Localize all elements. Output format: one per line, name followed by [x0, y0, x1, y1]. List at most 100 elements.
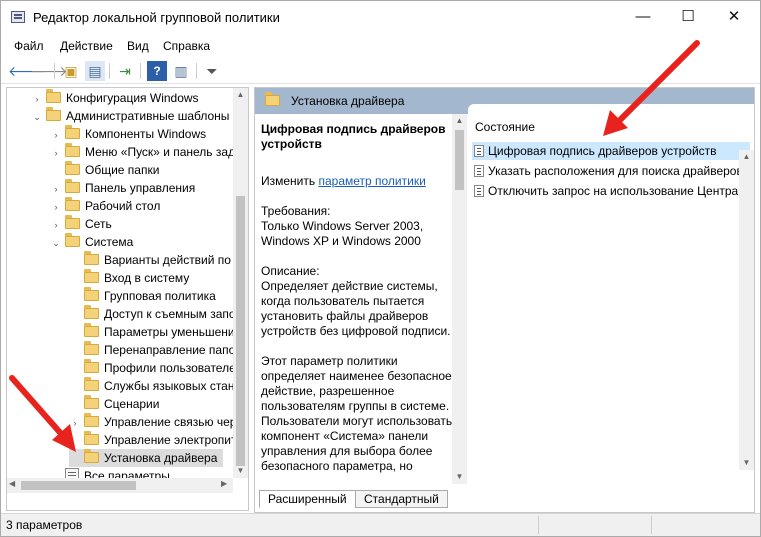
tree-item[interactable]: › Управление связью через [69, 413, 248, 431]
collapse-arrow-icon[interactable]: ⌄ [50, 234, 62, 252]
expand-arrow-icon[interactable]: › [50, 216, 62, 234]
tree-item[interactable]: Параметры уменьшения [69, 323, 241, 341]
tree-item[interactable]: Установка драйвера [69, 449, 224, 467]
help-icon[interactable]: ? [147, 61, 167, 81]
description-scrollbar[interactable]: ▲ ▼ [452, 114, 467, 484]
navigation-tree: › Конфигурация Windows ⌄ Административные ш… [6, 87, 249, 511]
back-icon[interactable]: 🡐 [8, 61, 46, 81]
status-separator [651, 516, 652, 534]
title-bar[interactable]: Редактор локальной групповой политики — … [1, 1, 760, 33]
tree-item[interactable]: › Конфигурация Windows [31, 89, 199, 107]
tree-item[interactable]: ⌄ Система [50, 233, 133, 251]
toolbar-separator [140, 63, 141, 79]
scroll-up-arrow-icon[interactable]: ▲ [233, 90, 248, 99]
tree-item[interactable]: Перенаправление папок [69, 341, 241, 359]
details-pane: Установка драйвера Цифровая подпись драй… [254, 87, 755, 513]
properties-icon[interactable]: ▥ [171, 61, 191, 81]
tree-item[interactable]: › Панель управления [50, 179, 195, 197]
tree-item-label: Конфигурация Windows [66, 91, 199, 105]
tree-horizontal-scrollbar[interactable]: ◀ ▶ [7, 478, 233, 493]
expand-arrow-icon[interactable]: › [31, 90, 43, 108]
export-list-icon[interactable]: ⇥ [115, 61, 135, 81]
tree-item-label: Вход в систему [104, 271, 190, 285]
edit-policy-link[interactable]: параметр политики [318, 174, 425, 188]
menu-help[interactable]: Справка [163, 39, 210, 53]
scroll-left-arrow-icon[interactable]: ◀ [9, 479, 15, 488]
tree-item-label: Рабочий стол [85, 199, 161, 213]
policy-list-item-label: Цифровая подпись драйверов устройств [488, 144, 717, 158]
toolbar-separator [196, 63, 197, 79]
list-vertical-scrollbar[interactable]: ▲ ▼ [739, 150, 754, 470]
folder-icon [65, 197, 80, 211]
menu-view[interactable]: Вид [127, 39, 149, 53]
tree-hscroll-thumb[interactable] [21, 481, 136, 490]
tree-item[interactable]: › Сеть [50, 215, 112, 233]
close-button[interactable]: ✕ [711, 1, 757, 33]
scroll-right-arrow-icon[interactable]: ▶ [221, 479, 227, 488]
up-folder-icon[interactable]: ▣ [61, 61, 81, 81]
tree-item[interactable]: › Компоненты Windows [50, 125, 206, 143]
tree-item[interactable]: Сценарии [69, 395, 159, 413]
column-header-state[interactable]: Состояние [475, 120, 535, 134]
tree-item-label: Установка драйвера [104, 451, 218, 465]
tree-item[interactable]: Управление электропитанием [69, 431, 248, 449]
folder-icon [65, 161, 80, 175]
menu-file[interactable]: Файл [14, 39, 44, 53]
folder-icon [65, 143, 80, 157]
description-scroll-thumb[interactable] [455, 130, 464, 190]
expand-arrow-icon[interactable]: › [50, 126, 62, 144]
expand-arrow-icon[interactable]: › [50, 180, 62, 198]
policy-list-item-label: Отключить запрос на использование Центра… [488, 184, 754, 198]
folder-icon [65, 215, 80, 229]
tree-item[interactable]: › Меню «Пуск» и панель задач [50, 143, 248, 161]
policy-setting-icon [474, 145, 484, 157]
tree-item[interactable]: Общие папки [50, 161, 159, 179]
folder-icon [84, 431, 99, 445]
tree-item[interactable]: Службы языковых стандартов [69, 377, 248, 395]
minimize-button[interactable]: — [620, 1, 666, 33]
policy-list-item-label: Указать расположения для поиска драйверо… [488, 164, 743, 178]
policy-list-item[interactable]: Отключить запрос на использование Центра… [472, 182, 754, 200]
folder-icon [84, 395, 99, 409]
scroll-down-arrow-icon[interactable]: ▼ [452, 472, 467, 481]
policy-setting-icon [474, 185, 484, 197]
tree-item[interactable]: Профили пользователей [69, 359, 242, 377]
show-hide-tree-icon[interactable]: ▤ [85, 61, 105, 81]
scroll-down-arrow-icon[interactable]: ▼ [739, 458, 754, 467]
scroll-up-arrow-icon[interactable]: ▲ [739, 152, 754, 161]
tree-vertical-scrollbar[interactable]: ▲ ▼ [233, 88, 248, 478]
scroll-down-arrow-icon[interactable]: ▼ [233, 466, 248, 475]
filter-icon[interactable]: ⏷ [202, 61, 222, 81]
folder-icon [84, 287, 99, 301]
tree-item-label: Перенаправление папок [104, 343, 241, 357]
tree-item[interactable]: Групповая политика [69, 287, 216, 305]
tree-item[interactable]: › Рабочий стол [50, 197, 160, 215]
tree-item-label: Компоненты Windows [85, 127, 207, 141]
tab-standard[interactable]: Стандартный [355, 490, 448, 508]
tree-item-label: Управление связью через [104, 415, 249, 429]
tab-extended[interactable]: Расширенный [259, 490, 356, 508]
maximize-button[interactable]: ☐ [665, 1, 711, 33]
expand-arrow-icon[interactable]: › [50, 144, 62, 162]
forward-icon[interactable]: 🡒 [30, 61, 68, 81]
tree-item-label: Службы языковых стандартов [104, 379, 248, 393]
app-window: Редактор локальной групповой политики — … [0, 0, 761, 537]
status-bar: 3 параметров [1, 513, 760, 536]
tree-item[interactable]: ⌄ Административные шаблоны [31, 107, 229, 125]
tree-item[interactable]: Доступ к съемным запоминающим [69, 305, 248, 323]
edit-prefix: Изменить [261, 174, 319, 188]
policy-setting-icon [474, 165, 484, 177]
tree-item[interactable]: Варианты действий по [69, 251, 231, 269]
tree-item[interactable]: Вход в систему [69, 269, 189, 287]
status-text: 3 параметров [6, 518, 83, 532]
policy-list-item[interactable]: Указать расположения для поиска драйверо… [472, 162, 743, 180]
tree-scroll-thumb[interactable] [236, 196, 245, 466]
expand-arrow-icon[interactable]: › [50, 198, 62, 216]
scroll-up-arrow-icon[interactable]: ▲ [452, 116, 467, 125]
collapse-arrow-icon[interactable]: ⌄ [31, 108, 43, 126]
folder-icon [84, 449, 99, 463]
expand-arrow-icon[interactable]: › [69, 414, 81, 432]
menu-action[interactable]: Действие [60, 39, 113, 53]
toolbar-separator [54, 63, 55, 79]
policy-list-item[interactable]: Цифровая подпись драйверов устройств [472, 142, 750, 160]
